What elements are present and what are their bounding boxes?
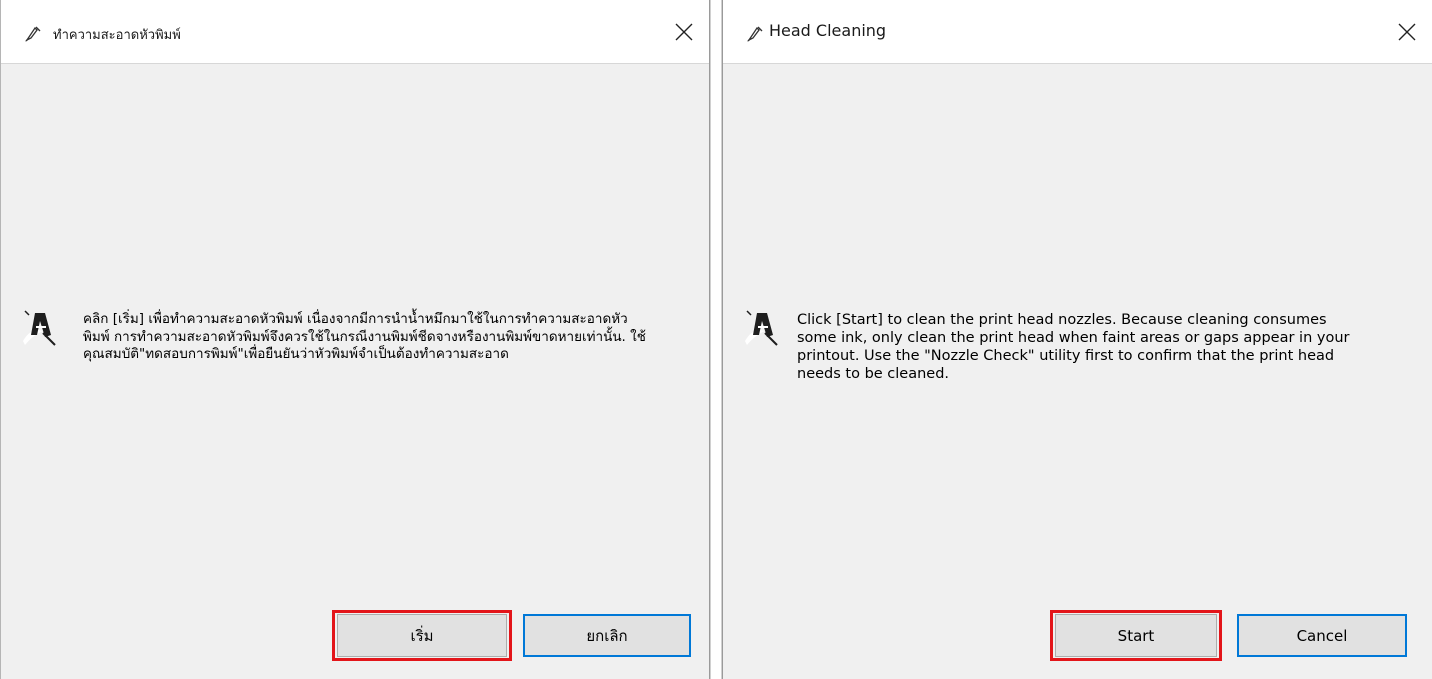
head-cleaning-dialog-thai: ทำความสะอาดหัวพิมพ์ คลิก [เริ่ม] เพื่อทำ… xyxy=(0,0,710,679)
separator xyxy=(710,0,722,679)
close-icon[interactable] xyxy=(669,17,699,47)
dialog-title: ทำความสะอาดหัวพิมพ์ xyxy=(53,28,181,43)
close-icon[interactable] xyxy=(1392,17,1422,47)
print-head-nozzle-icon xyxy=(747,26,763,42)
title-bar: Head Cleaning xyxy=(723,0,1432,64)
instruction-text: Click [Start] to clean the print head no… xyxy=(797,312,1350,382)
instruction-text: คลิก [เริ่ม] เพื่อทำความสะอาดหัวพิมพ์ เน… xyxy=(83,311,646,362)
cancel-button[interactable]: ยกเลิก xyxy=(523,614,691,657)
print-head-nozzle-icon xyxy=(23,310,56,346)
print-head-nozzle-icon xyxy=(25,26,41,42)
head-cleaning-dialog-english: Head Cleaning Click [Start] to clean the… xyxy=(722,0,1432,679)
start-button[interactable]: Start xyxy=(1055,614,1217,657)
title-bar: ทำความสะอาดหัวพิมพ์ xyxy=(1,0,709,64)
print-head-nozzle-icon xyxy=(745,310,778,346)
cancel-button[interactable]: Cancel xyxy=(1237,614,1407,657)
dialog-title: Head Cleaning xyxy=(769,21,887,40)
start-button[interactable]: เริ่ม xyxy=(337,614,507,657)
